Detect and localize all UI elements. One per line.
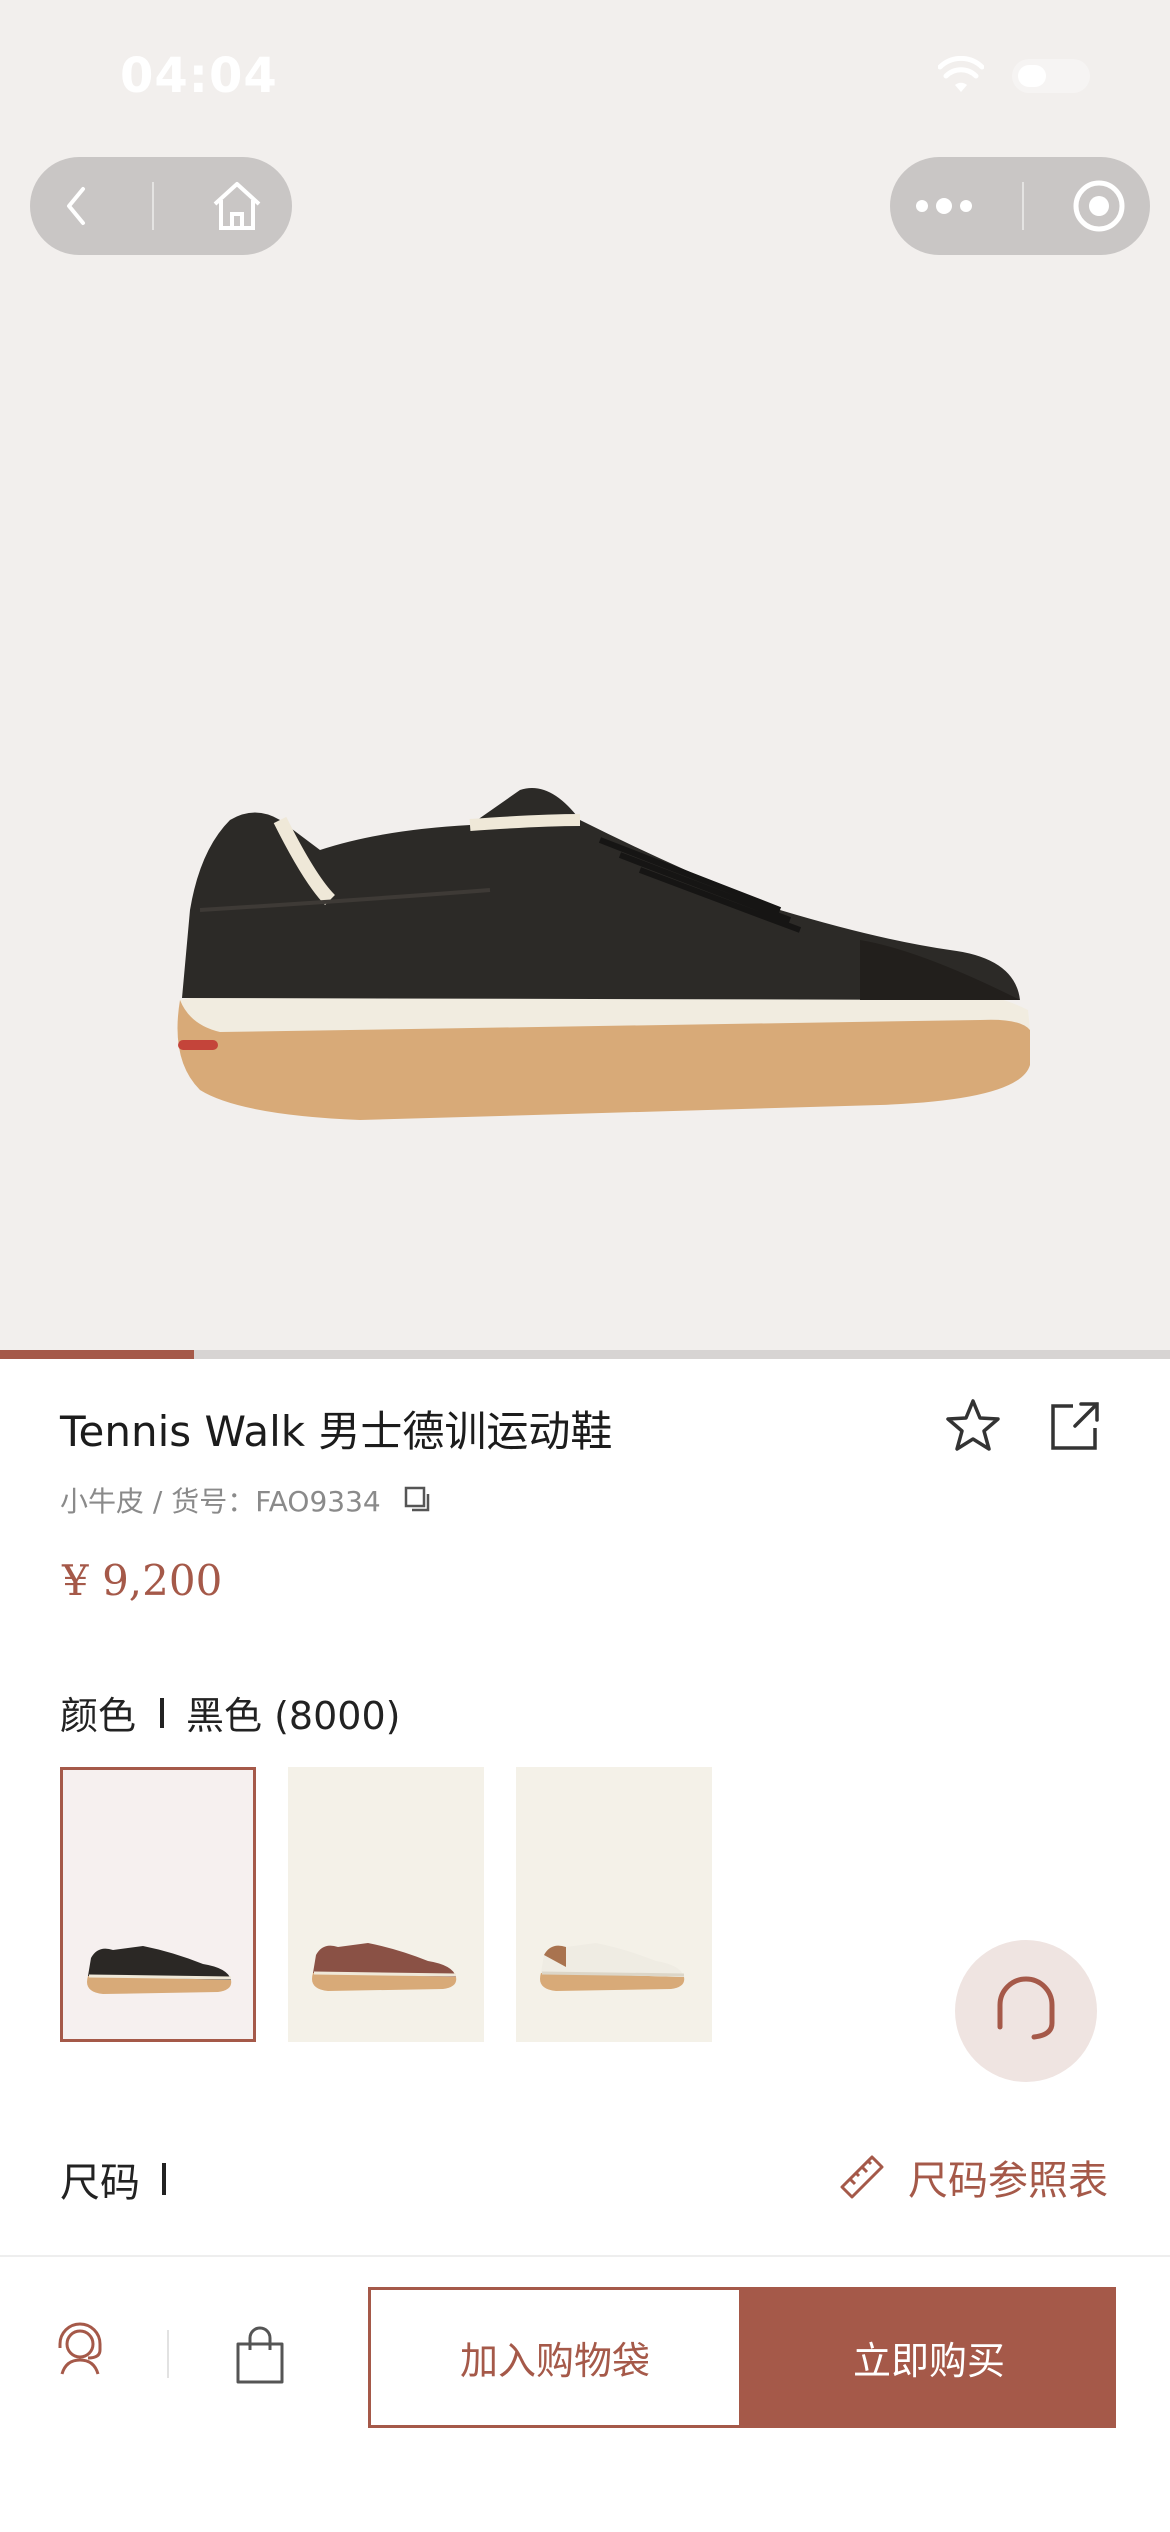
- product-image-gallery[interactable]: 04:04: [0, 0, 1170, 1350]
- add-to-bag-button[interactable]: 加入购物袋: [368, 2287, 742, 2428]
- color-swatch-black[interactable]: [60, 1767, 256, 2042]
- color-swatch-brown[interactable]: [288, 1767, 484, 2042]
- status-time: 04:04: [120, 48, 278, 104]
- headset-icon: [997, 1976, 1055, 2040]
- wifi-icon: [938, 56, 984, 92]
- product-subtitle: 小牛皮 / 货号：FAO9334: [60, 1480, 433, 1520]
- title-actions: [943, 1396, 1105, 1456]
- color-swatch-white[interactable]: [516, 1767, 712, 2042]
- product-price: ¥ 9,200: [62, 1556, 223, 1605]
- shopping-bag-icon[interactable]: [232, 2326, 288, 2386]
- ruler-icon: [840, 2155, 884, 2199]
- color-selector-header: 颜色 黑色 (8000): [60, 1685, 400, 1740]
- nav-capsule-left: [30, 157, 292, 255]
- copy-icon[interactable]: [403, 1485, 433, 1515]
- more-icon[interactable]: [914, 196, 974, 216]
- material-and-sku: 小牛皮 / 货号：FAO9334: [60, 1485, 381, 1518]
- label-separator: [160, 1697, 165, 1728]
- home-icon[interactable]: [209, 178, 265, 234]
- favorite-star-icon[interactable]: [943, 1396, 1003, 1456]
- color-label: 颜色: [60, 1694, 137, 1738]
- gallery-progress: [0, 1350, 1170, 1359]
- size-guide-label: 尺码参照表: [908, 2158, 1108, 2204]
- customer-service-icon[interactable]: [52, 2320, 108, 2380]
- shoe-thumbnail-brown: [312, 1943, 457, 1991]
- product-photo-shoe: [177, 788, 1030, 1120]
- color-swatches: [60, 1767, 712, 2042]
- product-title: Tennis Walk 男士德训运动鞋: [60, 1407, 613, 1456]
- shoe-thumbnail-black: [87, 1946, 232, 1994]
- capsule-divider: [151, 182, 154, 230]
- size-guide-link[interactable]: 尺码参照表: [838, 2148, 1108, 2206]
- size-label: 尺码: [60, 2160, 140, 2206]
- buy-now-button[interactable]: 立即购买: [742, 2287, 1116, 2428]
- status-indicators: [938, 56, 1090, 96]
- label-separator: [162, 2163, 166, 2195]
- bottom-icon-separator: [167, 2330, 169, 2378]
- record-icon[interactable]: [1072, 179, 1126, 233]
- nav-capsule-right: [890, 157, 1150, 255]
- size-selector-header: 尺码: [60, 2150, 166, 2208]
- gallery-progress-fill: [0, 1350, 195, 1359]
- share-icon[interactable]: [1045, 1396, 1105, 1456]
- capsule-divider: [1022, 182, 1024, 230]
- shoe-thumbnail-white: [540, 1943, 685, 1991]
- customer-service-floating-button[interactable]: [955, 1940, 1097, 2082]
- selected-color-name: 黑色 (8000): [186, 1694, 401, 1738]
- battery-icon: [1012, 59, 1090, 93]
- back-icon[interactable]: [57, 181, 97, 231]
